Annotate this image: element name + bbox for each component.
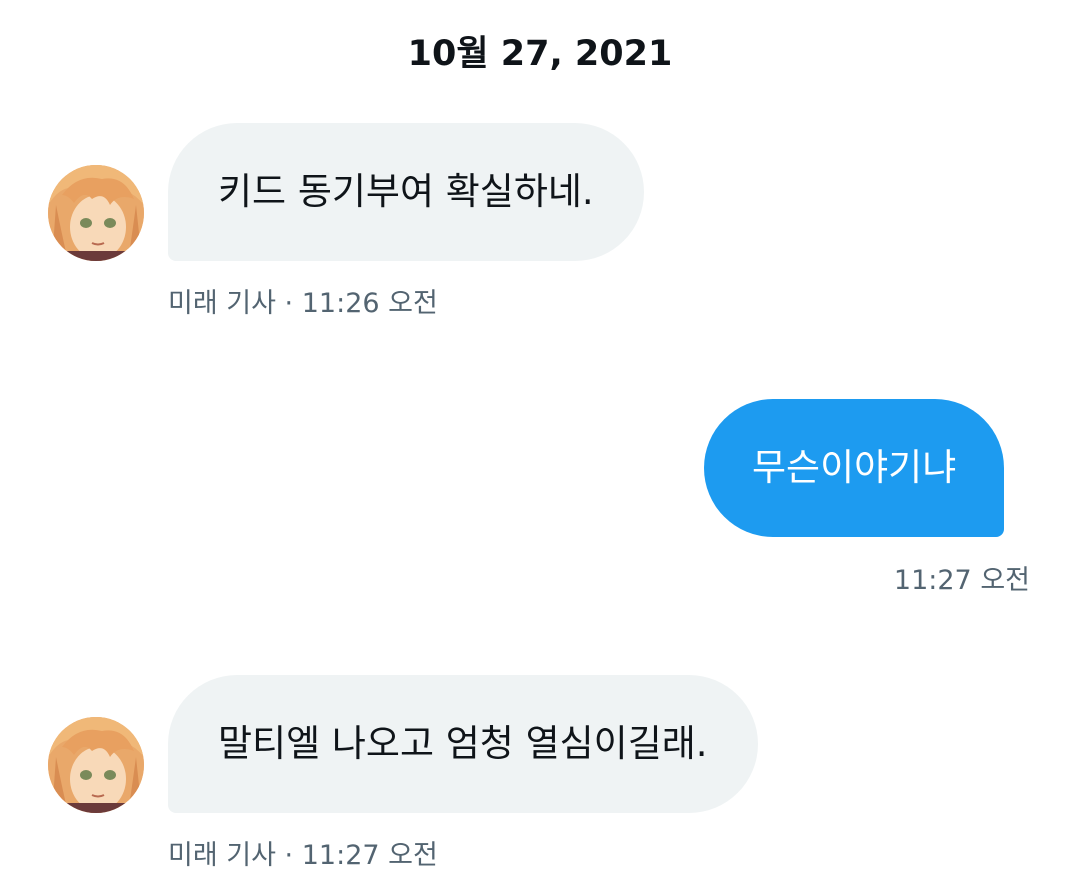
message-bubble-sent[interactable]: 무슨이야기냐: [704, 399, 1005, 537]
sender-avatar[interactable]: [48, 165, 144, 261]
meta-separator: ·: [284, 288, 294, 319]
message-timestamp: 11:26 오전: [301, 288, 438, 319]
meta-separator: ·: [284, 840, 294, 871]
message-timestamp: 11:27 오전: [301, 840, 438, 871]
message-bubble-received[interactable]: 말티엘 나오고 엄청 열심이길래.: [168, 675, 758, 813]
message-bubble-received[interactable]: 키드 동기부여 확실하네.: [168, 123, 644, 261]
message-text: 말티엘 나오고 엄청 열심이길래.: [218, 722, 708, 765]
message-text: 무슨이야기냐: [752, 446, 957, 489]
date-divider: 10월 27, 2021: [407, 34, 673, 74]
message-text: 키드 동기부여 확실하네.: [218, 170, 594, 213]
anime-avatar-icon: [48, 717, 144, 813]
message-timestamp: 11:27 오전: [893, 565, 1030, 596]
anime-avatar-icon: [48, 165, 144, 261]
sender-name[interactable]: 미래 기사: [168, 288, 276, 319]
sender-name[interactable]: 미래 기사: [168, 840, 276, 871]
message-meta: 미래 기사 · 11:27 오전: [168, 838, 438, 874]
sender-avatar[interactable]: [48, 717, 144, 813]
message-meta: 미래 기사 · 11:26 오전: [168, 286, 438, 322]
message-meta: 11:27 오전: [894, 563, 1030, 599]
